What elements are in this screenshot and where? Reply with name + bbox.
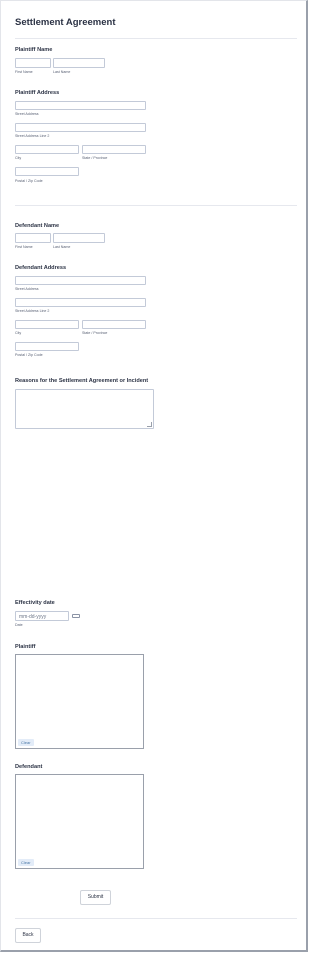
plaintiff-state-input[interactable] (82, 145, 146, 154)
plaintiff-street-sublabel: Street Address (15, 112, 39, 116)
plaintiff-street2-input[interactable] (15, 123, 146, 132)
date-placeholder: mm-dd-yyyy (19, 614, 47, 620)
defendant-signature-label: Defendant (15, 764, 43, 770)
plaintiff-name-label: Plaintiff Name (15, 47, 53, 53)
plaintiff-street-input[interactable] (15, 101, 146, 110)
defendant-first-name-input[interactable] (15, 233, 51, 243)
plaintiff-signature-pad[interactable]: Clear (15, 654, 144, 749)
calendar-icon[interactable] (72, 614, 80, 618)
defendant-first-name-sublabel: First Name (15, 245, 33, 249)
defendant-street-sublabel: Street Address (15, 287, 39, 291)
plaintiff-last-name-sublabel: Last Name (53, 70, 71, 74)
plaintiff-address-label: Plaintiff Address (15, 90, 60, 96)
defendant-signature-pad[interactable]: Clear (15, 774, 144, 869)
plaintiff-first-name-input[interactable] (15, 58, 51, 68)
effectivity-date-input[interactable]: mm-dd-yyyy (15, 611, 69, 621)
form-card: Settlement Agreement Plaintiff Name Firs… (0, 0, 308, 952)
section-divider (15, 205, 297, 206)
defendant-zip-input[interactable] (15, 342, 79, 351)
form-title: Settlement Agreement (15, 17, 116, 28)
plaintiff-signature-label: Plaintiff (15, 644, 36, 650)
plaintiff-last-name-input[interactable] (53, 58, 105, 68)
date-sublabel: Date (15, 623, 23, 627)
plaintiff-city-sublabel: City (15, 156, 22, 160)
title-divider (15, 38, 297, 39)
footer-divider (15, 918, 297, 919)
defendant-city-input[interactable] (15, 320, 79, 329)
defendant-name-label: Defendant Name (15, 223, 60, 229)
plaintiff-state-sublabel: State / Province (82, 156, 108, 160)
defendant-state-sublabel: State / Province (82, 331, 108, 335)
plaintiff-street2-sublabel: Street Address Line 2 (15, 134, 50, 138)
reasons-textarea[interactable] (15, 389, 154, 429)
defendant-address-label: Defendant Address (15, 265, 67, 271)
reasons-label: Reasons for the Settlement Agreement or … (15, 378, 149, 384)
defendant-street2-input[interactable] (15, 298, 146, 307)
submit-button[interactable]: Submit (80, 890, 111, 905)
plaintiff-zip-input[interactable] (15, 167, 79, 176)
plaintiff-city-input[interactable] (15, 145, 79, 154)
defendant-state-input[interactable] (82, 320, 146, 329)
defendant-clear-button[interactable]: Clear (18, 859, 34, 866)
plaintiff-clear-button[interactable]: Clear (18, 739, 34, 746)
defendant-street-input[interactable] (15, 276, 146, 285)
plaintiff-zip-sublabel: Postal / Zip Code (15, 179, 43, 183)
effectivity-date-label: Effectivity date (15, 600, 55, 606)
back-button[interactable]: Back (15, 928, 41, 943)
defendant-zip-sublabel: Postal / Zip Code (15, 353, 43, 357)
defendant-last-name-input[interactable] (53, 233, 105, 243)
defendant-city-sublabel: City (15, 331, 22, 335)
defendant-street2-sublabel: Street Address Line 2 (15, 309, 50, 313)
resize-handle-icon[interactable] (147, 422, 152, 427)
plaintiff-first-name-sublabel: First Name (15, 70, 33, 74)
defendant-last-name-sublabel: Last Name (53, 245, 71, 249)
